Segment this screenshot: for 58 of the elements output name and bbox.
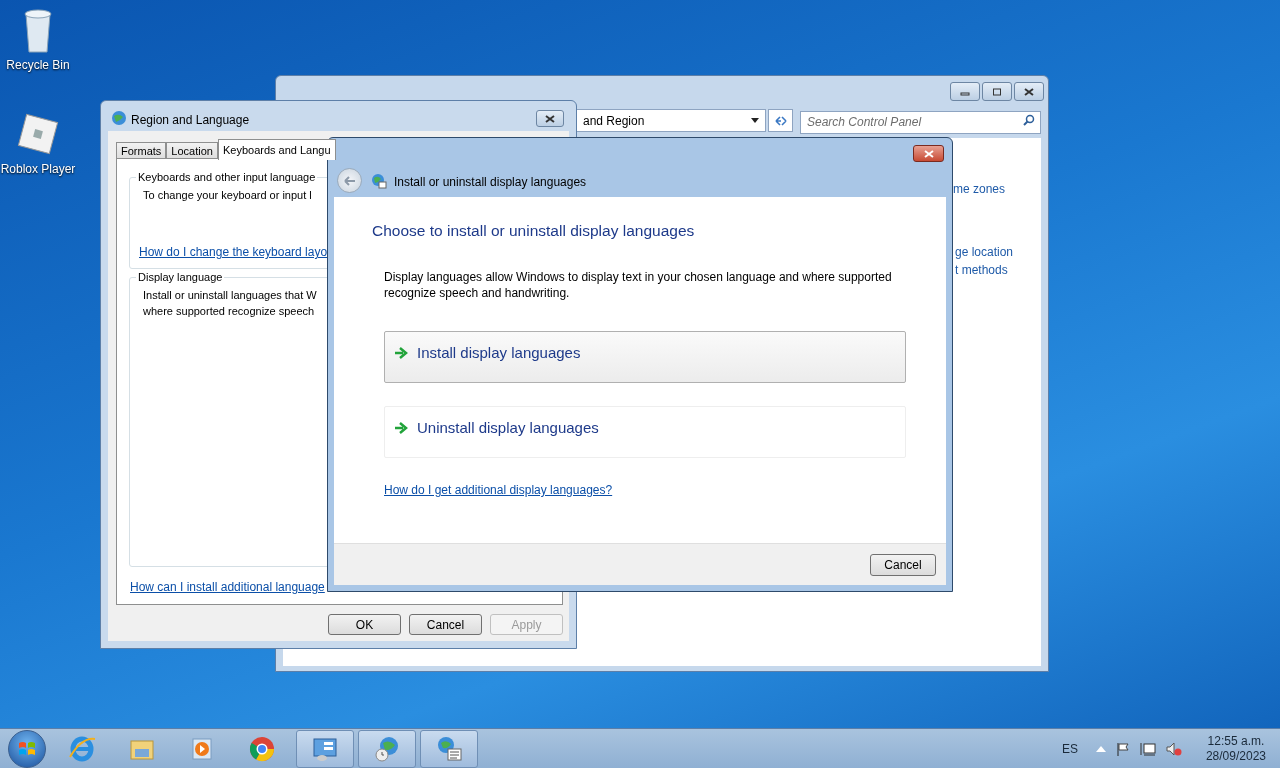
- muted-speaker-icon: [1165, 741, 1182, 756]
- globe-list-icon: [435, 734, 463, 763]
- globe-clock-icon: [373, 734, 401, 763]
- window-title: Region and Language: [131, 112, 250, 129]
- refresh-button[interactable]: [768, 109, 793, 132]
- globe-icon: [111, 110, 127, 126]
- address-text: and Region: [583, 112, 645, 130]
- help-link[interactable]: How do I change the keyboard layo: [139, 243, 328, 261]
- link[interactable]: ge location: [955, 243, 1014, 261]
- show-hidden-icons-icon: [1095, 745, 1106, 752]
- back-button[interactable]: [337, 168, 362, 193]
- minimize-button[interactable]: [950, 82, 980, 101]
- desktop-icon-label[interactable]: Recycle Bin: [6, 56, 70, 74]
- close-icon: [923, 149, 934, 158]
- globe-icon: [371, 173, 387, 189]
- cancel-button[interactable]: Cancel: [870, 554, 936, 576]
- restore-icon: [992, 87, 1002, 96]
- clock-date[interactable]: 28/09/2023: [1205, 748, 1266, 764]
- browser-icon: [248, 734, 276, 763]
- arrow-icon: [394, 347, 408, 359]
- close-icon: [1024, 87, 1034, 96]
- start-button[interactable]: [8, 729, 46, 768]
- description-text: Display languages allow Windows to display text in your chosen language and where supported recognize speech and handwriting.: [384, 269, 893, 301]
- language-indicator[interactable]: ES: [1061, 739, 1078, 758]
- dialog-button[interactable]: OK: [328, 614, 401, 635]
- help-link[interactable]: How do I get additional display languages?: [384, 481, 613, 499]
- description-text: To change your keyboard or input l: [143, 188, 312, 203]
- close-button[interactable]: [1014, 82, 1044, 101]
- desktop-icon-label[interactable]: Roblox Player: [0, 160, 76, 178]
- windows-logo-icon: [18, 740, 36, 757]
- search-icon: [1023, 114, 1035, 126]
- command-link[interactable]: Uninstall display languages: [384, 406, 906, 458]
- window-title: Install or uninstall display languages: [394, 174, 587, 191]
- description-text: where supported recognize speech: [143, 304, 315, 319]
- letter-e-icon: [68, 734, 96, 763]
- help-link[interactable]: How can I install additional language: [130, 578, 325, 596]
- command-link[interactable]: Install display languages: [384, 331, 906, 383]
- taskbar-button[interactable]: [420, 729, 478, 768]
- arrow-icon: [394, 422, 408, 434]
- restore-button[interactable]: [982, 82, 1012, 101]
- link[interactable]: t methods: [955, 261, 1008, 279]
- dialog-button[interactable]: Cancel: [409, 614, 482, 635]
- taskbar-button[interactable]: [296, 729, 354, 768]
- tab[interactable]: Keyboards and Langu: [217, 139, 336, 160]
- close-button[interactable]: [536, 110, 564, 127]
- close-button[interactable]: [913, 145, 944, 162]
- back-arrow-icon: [343, 175, 356, 186]
- taskbar-button[interactable]: [358, 729, 416, 768]
- address-bar[interactable]: and Region: [576, 109, 766, 132]
- clock-time[interactable]: 12:55 a.m.: [1207, 733, 1265, 749]
- network-icon: [1139, 741, 1156, 756]
- close-icon: [545, 114, 555, 123]
- link[interactable]: me zones: [953, 180, 1006, 198]
- description-text: Install or uninstall languages that W: [143, 288, 317, 303]
- flag-icon: [1115, 741, 1130, 756]
- dropdown-arrow-icon: [751, 118, 759, 123]
- search-field[interactable]: Search Control Panel: [800, 110, 1041, 134]
- page-heading: Choose to install or uninstall display languages: [372, 221, 695, 241]
